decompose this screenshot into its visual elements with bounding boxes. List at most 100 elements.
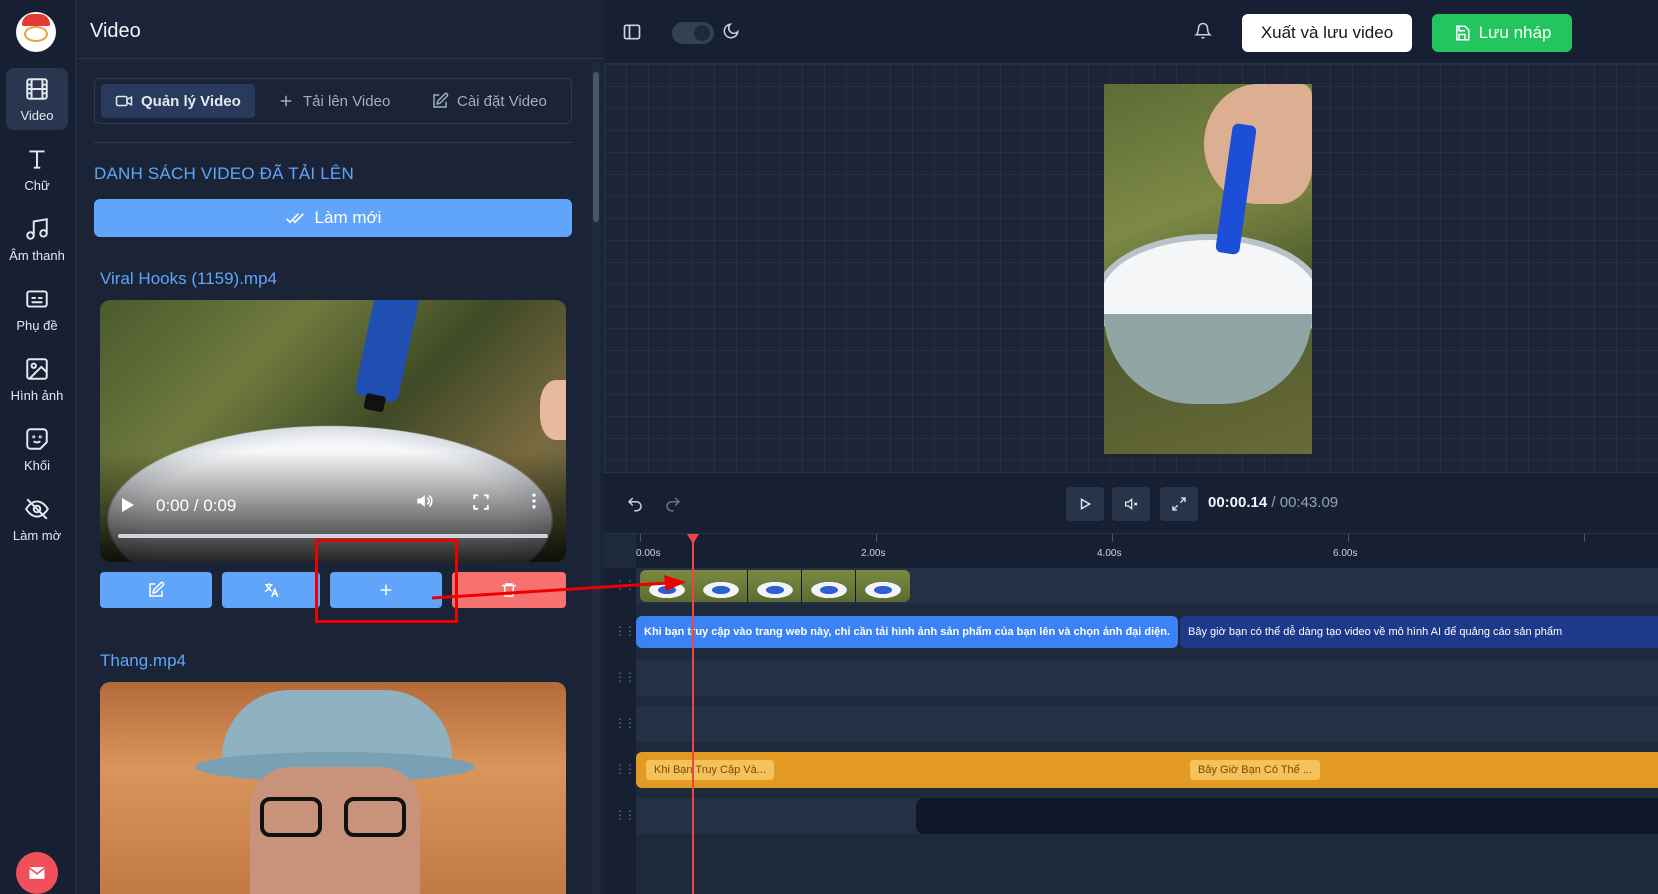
sidebar-item-label: Làm mờ [12,527,62,543]
mute-icon [1125,497,1138,511]
save-draft-button[interactable]: Lưu nháp [1432,14,1572,52]
tick-label: 4.00s [1097,548,1122,559]
panel-scrollbar[interactable] [592,62,600,894]
timeline-tracks: Khi bạn truy cập vào trang web này, chỉ … [636,568,1658,894]
sidebar-item-text[interactable]: Chữ [6,138,68,200]
translate-icon [264,583,279,598]
trash-icon [502,583,516,597]
mail-icon [28,867,46,879]
tick-label: 6.00s [1333,548,1358,559]
timeline-playhead[interactable] [687,534,699,894]
music-note-icon [26,217,48,240]
bell-icon[interactable] [1193,22,1213,45]
video-player[interactable]: 0:00 / 0:09 [100,300,566,562]
drag-handle-icon[interactable]: ⋮⋮ [614,624,636,638]
playback-bar: 00:00.14 / 00:43.09 [604,472,1658,534]
image-icon [26,357,48,380]
editor-area: Xuất và lưu video Lưu nháp 00:00.14 / 00… [604,0,1658,894]
video-player[interactable] [100,682,566,894]
film-icon [26,77,48,100]
divider [94,142,572,143]
theme-toggle[interactable] [672,22,714,44]
sidebar-item-video[interactable]: Video [6,68,68,130]
video-frame-glasses [260,797,410,837]
tab-video-settings[interactable]: Cài đặt Video [417,84,561,118]
sidebar-item-label: Âm thanh [9,247,65,263]
sidebar-item-blur[interactable]: Làm mờ [6,488,68,550]
video-preview[interactable] [1104,84,1312,454]
drag-handle-icon[interactable]: ⋮⋮ [614,808,636,822]
sidebar-item-label: Hình ảnh [10,387,64,403]
play-icon [1080,498,1092,510]
sidebar-toggle-icon[interactable] [622,22,642,47]
text-clip[interactable]: Khi bạn truy cập vào trang web này, chỉ … [636,616,1178,648]
redo-icon[interactable] [664,495,682,518]
fullscreen-icon[interactable] [472,493,490,516]
video-frame-hand [540,380,566,440]
drag-handle-icon[interactable]: ⋮⋮ [614,762,636,776]
overlay-clip[interactable] [916,798,1658,834]
export-button[interactable]: Xuất và lưu video [1242,14,1412,52]
edit-icon [433,92,449,108]
track-handles: ⋮⋮ ⋮⋮ ⋮⋮ ⋮⋮ ⋮⋮ ⋮⋮ [604,568,636,894]
tick-label: 2.00s [861,548,886,559]
player-progress[interactable] [118,534,548,538]
drag-handle-icon[interactable]: ⋮⋮ [614,716,636,730]
drag-handle-icon[interactable]: ⋮⋮ [614,670,636,684]
top-bar: Xuất và lưu video Lưu nháp [604,0,1658,64]
video-name[interactable]: Thang.mp4 [100,651,186,671]
tab-upload-video[interactable]: Tải lên Video [263,84,404,118]
volume-icon[interactable] [414,491,434,516]
mail-button[interactable] [16,852,58,894]
double-check-icon [285,213,304,224]
moon-icon [722,22,740,45]
edit-video-button[interactable] [100,572,212,608]
text-track: Khi bạn truy cập vào trang web này, chỉ … [636,614,1658,650]
tab-manage-video[interactable]: Quản lý Video [101,84,255,118]
section-title: DANH SÁCH VIDEO ĐÃ TẢI LÊN [94,164,354,183]
video-frame-marker [354,300,420,404]
sidebar-item-block[interactable]: Khối [6,418,68,480]
expand-icon [1172,497,1186,511]
drag-handle-icon[interactable]: ⋮⋮ [614,578,636,592]
current-time: 00:00.14 [1208,494,1268,511]
sidebar-item-label: Chữ [24,177,50,193]
video-name[interactable]: Viral Hooks (1159).mp4 [100,269,277,289]
audio-track[interactable]: Khi Bạn Truy Cập Và... Bây Giờ Bạn Có Th… [636,752,1658,788]
more-options-icon[interactable] [530,491,538,516]
play-button[interactable] [1066,487,1104,521]
sidebar-item-label: Phụ đề [16,317,58,333]
sidebar-item-label: Video [20,107,54,123]
video-clip[interactable] [640,570,910,602]
total-time: 00:43.09 [1279,494,1339,511]
save-draft-label: Lưu nháp [1478,23,1552,42]
delete-video-button[interactable] [452,572,566,608]
refresh-label: Làm mới [314,208,382,227]
text-icon [29,149,45,169]
edit-icon [149,581,165,597]
tab-label: Cài đặt Video [457,92,547,110]
video-panel: Video Quản lý Video Tải lên Video Cài đặ… [76,0,604,894]
video-camera-icon [115,95,133,107]
timeline-ruler[interactable]: 0.00s 2.00s 4.00s 6.00s [636,534,1658,568]
annotation-highlight-box [315,539,458,623]
audio-clip-label: Bây Giờ Bạn Có Thể ... [1190,760,1321,780]
eye-off-icon [25,498,49,519]
tab-label: Quản lý Video [141,92,241,110]
video-track [636,568,1658,604]
sidebar-item-audio[interactable]: Âm thanh [6,208,68,270]
app-logo[interactable] [16,12,56,52]
subtitles-icon [26,289,48,308]
text-clip[interactable]: Bây giờ bạn có thể dễ dàng tạo video về … [1180,616,1658,648]
sidebar-item-label: Khối [23,457,51,473]
empty-track [636,706,1658,742]
sidebar-item-image[interactable]: Hình ảnh [6,348,68,410]
empty-track [636,660,1658,696]
play-icon[interactable] [122,498,134,512]
sidebar-item-subtitles[interactable]: Phụ đề [6,278,68,340]
refresh-button[interactable]: Làm mới [94,199,572,237]
translate-video-button[interactable] [222,572,320,608]
mute-button[interactable] [1112,487,1150,521]
undo-icon[interactable] [626,495,644,518]
fullscreen-button[interactable] [1160,487,1198,521]
